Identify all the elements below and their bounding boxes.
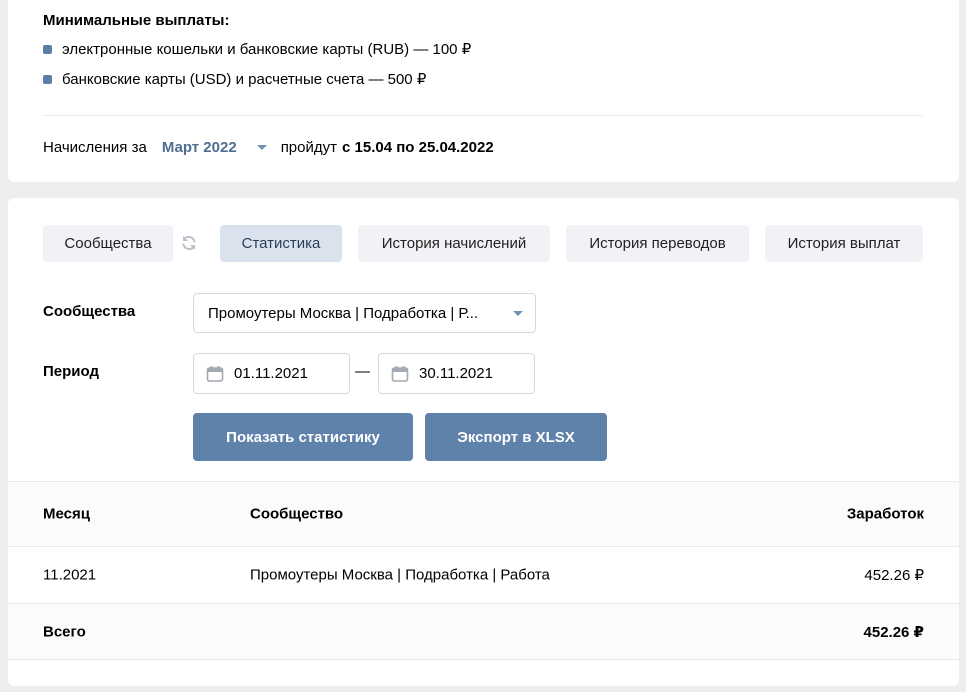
- community-label: Сообщества: [43, 303, 136, 320]
- bullet-icon: [43, 44, 52, 54]
- payout-item: электронные кошельки и банковские карты …: [43, 39, 471, 59]
- refresh-icon[interactable]: [180, 234, 198, 252]
- header-community: Сообщество: [250, 505, 344, 523]
- header-month: Месяц: [43, 505, 90, 523]
- community-select[interactable]: Промоутеры Москва | Подработка | Р...: [193, 293, 536, 333]
- date-from-input[interactable]: 01.11.2021: [193, 353, 350, 394]
- tab-accrual-history[interactable]: История начислений: [358, 225, 550, 262]
- show-statistics-button[interactable]: Показать статистику: [193, 413, 413, 461]
- export-xlsx-button[interactable]: Экспорт в XLSX: [425, 413, 607, 461]
- payout-info-card: Минимальные выплаты: электронные кошельк…: [8, 0, 959, 182]
- accrual-range: с 15.04 по 25.04.2022: [342, 138, 494, 156]
- min-payouts-title: Минимальные выплаты:: [43, 12, 230, 29]
- accrual-prefix: Начисления за: [43, 138, 147, 156]
- row-month: 11.2021: [43, 566, 97, 584]
- row-community: Промоутеры Москва | Подработка | Работа: [250, 566, 550, 584]
- total-label: Всего: [43, 623, 86, 640]
- tab-payout-history[interactable]: История выплат: [765, 225, 923, 262]
- tab-transfer-history[interactable]: История переводов: [566, 225, 749, 262]
- table-header: Месяц Сообщество Заработок: [8, 481, 959, 546]
- statistics-table: Месяц Сообщество Заработок 11.2021 Промо…: [8, 481, 959, 660]
- payout-item-text: электронные кошельки и банковские карты …: [62, 41, 472, 58]
- accrual-month-value: Март 2022: [161, 138, 237, 156]
- table-row: 11.2021 Промоутеры Москва | Подработка |…: [8, 546, 959, 603]
- accrual-info: Начисления за Март 2022 пройдут с 15.04 …: [43, 137, 494, 157]
- total-earnings: 452.26 ₽: [863, 623, 924, 641]
- chevron-down-icon: [256, 144, 267, 150]
- bullet-icon: [43, 74, 52, 84]
- date-to-input[interactable]: 30.11.2021: [378, 353, 535, 394]
- period-label: Период: [43, 363, 99, 380]
- date-separator: —: [355, 363, 370, 380]
- accrual-month-select[interactable]: Март 2022: [162, 139, 267, 156]
- tab-statistics[interactable]: Статистика: [220, 225, 342, 262]
- payout-item-text: банковские карты (USD) и расчетные счета…: [62, 71, 427, 88]
- community-select-value: Промоутеры Москва | Подработка | Р...: [208, 304, 479, 322]
- tab-communities[interactable]: Сообщества: [43, 225, 173, 262]
- date-from-value: 01.11.2021: [234, 365, 308, 382]
- calendar-icon: [206, 365, 224, 382]
- payout-item: банковские карты (USD) и расчетные счета…: [43, 69, 426, 89]
- divider: [43, 115, 923, 116]
- calendar-icon: [391, 365, 409, 382]
- date-to-value: 30.11.2021: [419, 365, 493, 382]
- header-earnings: Заработок: [846, 505, 924, 523]
- accrual-middle: пройдут: [280, 138, 337, 156]
- statistics-card: Сообщества Статистика История начислений…: [8, 198, 959, 686]
- chevron-down-icon: [513, 311, 523, 316]
- row-earnings: 452.26 ₽: [864, 567, 924, 584]
- table-total-row: Всего 452.26 ₽: [8, 603, 959, 660]
